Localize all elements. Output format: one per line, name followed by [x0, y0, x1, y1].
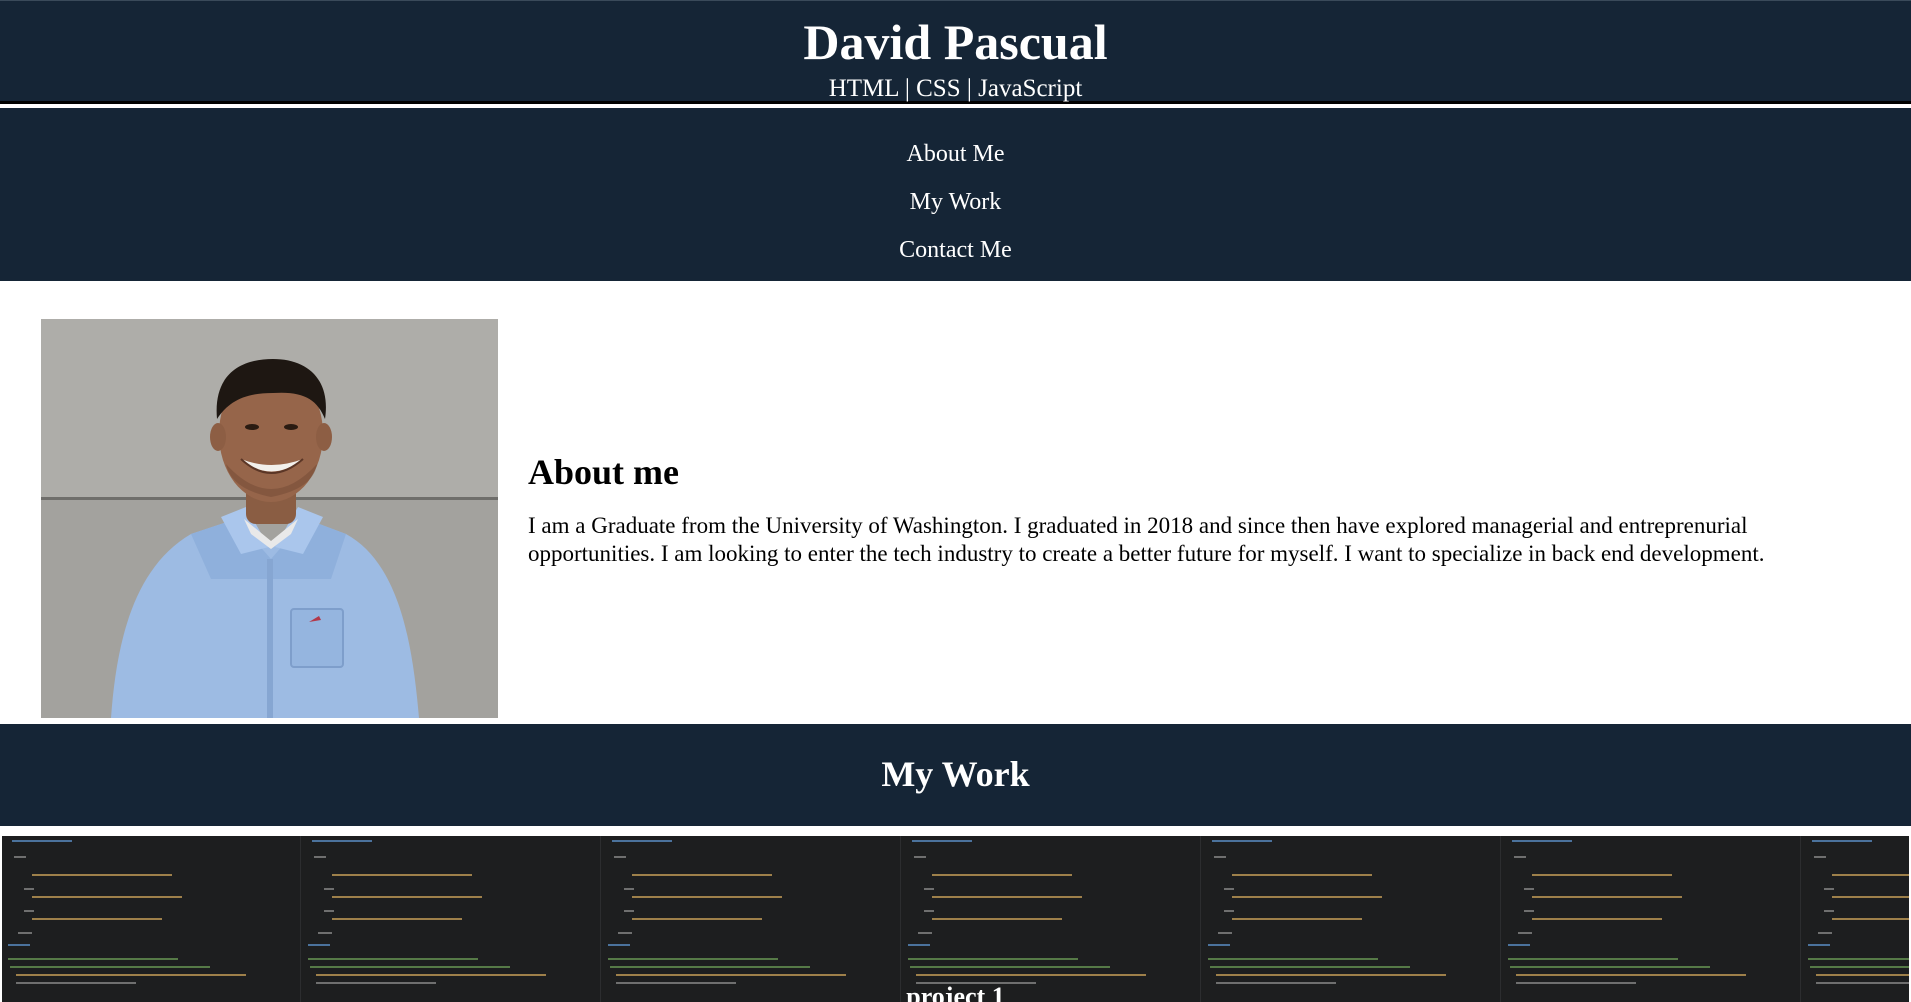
about-content: About me I am a Graduate from the Univer… [528, 454, 1878, 568]
about-heading: About me [528, 452, 679, 492]
about-section: About me I am a Graduate from the Univer… [0, 281, 1911, 724]
nav-link-my-work[interactable]: My Work [0, 178, 1911, 226]
code-screenshot-image [8, 836, 1909, 1002]
profile-photo-illustration [41, 319, 498, 718]
profile-photo [41, 319, 498, 718]
project-thumbnail[interactable] [2, 836, 1909, 1002]
nav-link-about-me[interactable]: About Me [0, 130, 1911, 178]
about-paragraph: I am a Graduate from the University of W… [528, 513, 1765, 566]
project-title[interactable]: project 1 [0, 984, 1911, 1002]
projects-gallery: project 1 [0, 834, 1911, 1002]
my-work-section-header: My Work [0, 724, 1911, 826]
site-subtitle: HTML | CSS | JavaScript [828, 75, 1083, 102]
site-header: David Pascual HTML | CSS | JavaScript [0, 0, 1911, 104]
my-work-heading: My Work [881, 754, 1030, 794]
site-title: David Pascual [803, 14, 1108, 70]
main-nav: About Me My Work Contact Me [0, 108, 1911, 281]
nav-list: About Me My Work Contact Me [0, 108, 1911, 274]
nav-link-contact-me[interactable]: Contact Me [0, 226, 1911, 274]
